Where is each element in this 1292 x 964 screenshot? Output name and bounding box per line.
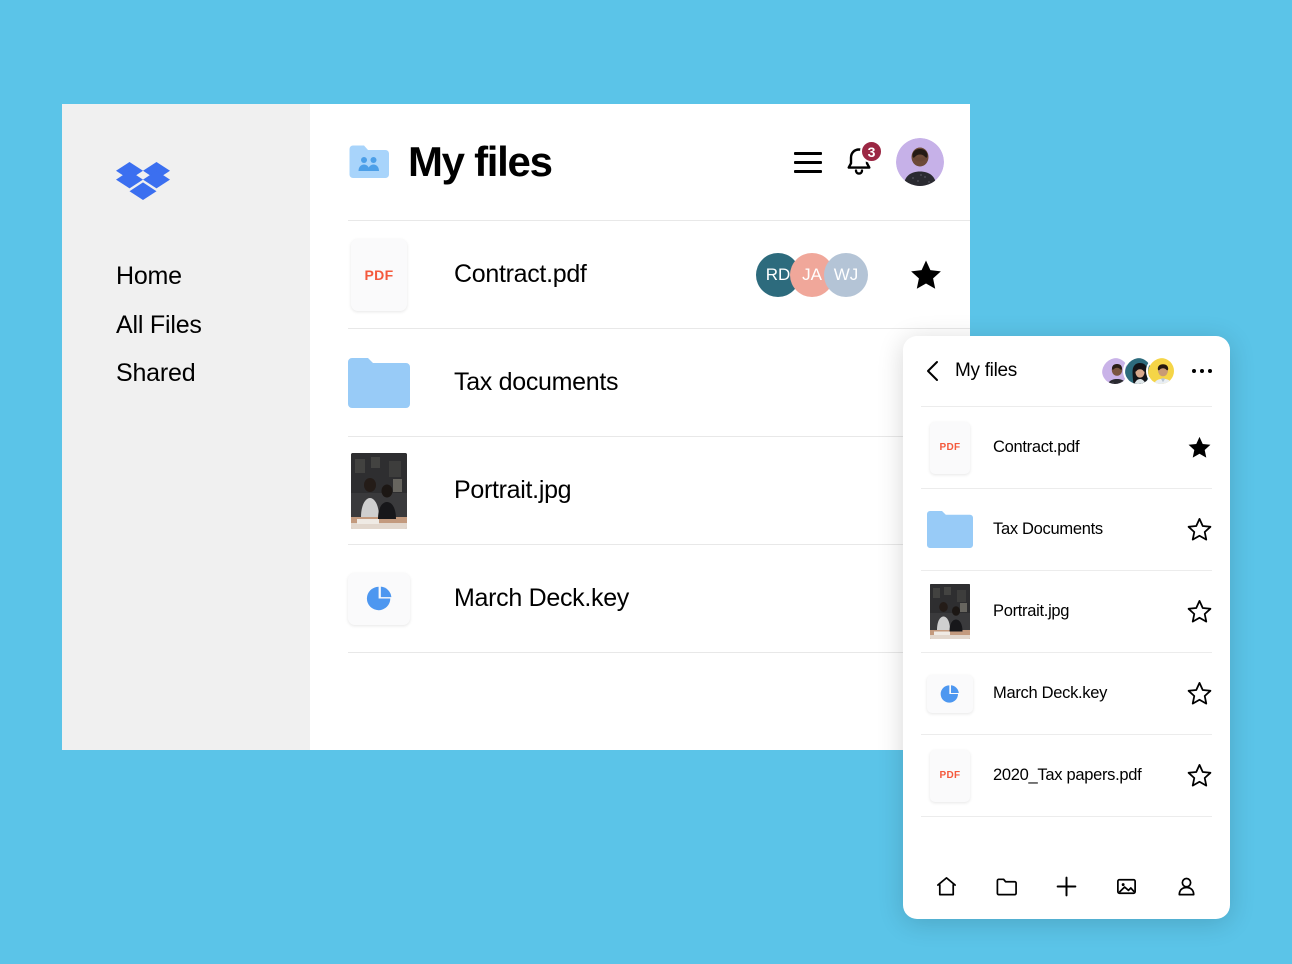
star-button-filled[interactable] bbox=[908, 257, 944, 293]
mobile-bottom-toolbar bbox=[903, 853, 1230, 919]
pdf-file-badge: PDF bbox=[351, 238, 407, 311]
file-name: Portrait.jpg bbox=[454, 476, 572, 504]
member-facepile[interactable] bbox=[1099, 356, 1176, 386]
header-actions: 3 bbox=[794, 138, 944, 186]
folder-icon bbox=[927, 503, 973, 557]
page-header: My files 3 bbox=[348, 104, 970, 220]
avatar[interactable] bbox=[896, 138, 944, 186]
collaborator-facepile[interactable]: RD JA WJ bbox=[756, 252, 868, 297]
table-row[interactable]: March Deck.key bbox=[348, 545, 970, 653]
shared-folder-icon bbox=[349, 145, 389, 178]
file-name: March Deck.key bbox=[454, 584, 630, 612]
list-item[interactable]: Tax Documents bbox=[921, 489, 1212, 571]
star-button-outline[interactable] bbox=[1186, 681, 1212, 707]
file-name: Tax documents bbox=[454, 368, 619, 396]
file-name: March Deck.key bbox=[993, 684, 1108, 702]
pdf-icon: PDF bbox=[927, 421, 973, 475]
table-row[interactable]: Tax documents bbox=[348, 329, 970, 437]
table-row[interactable]: PDF Contract.pdf RD JA WJ bbox=[348, 221, 970, 329]
table-row[interactable]: Portrait.jpg bbox=[348, 437, 970, 545]
home-icon[interactable] bbox=[930, 869, 964, 903]
file-name: 2020_Tax papers.pdf bbox=[993, 766, 1142, 784]
hamburger-menu-icon[interactable] bbox=[794, 151, 822, 173]
member-avatar-3[interactable] bbox=[1145, 356, 1176, 386]
list-item[interactable]: March Deck.key bbox=[921, 653, 1212, 735]
folder-icon bbox=[348, 347, 410, 419]
photos-icon[interactable] bbox=[1109, 869, 1143, 903]
star-button-filled[interactable] bbox=[1186, 435, 1212, 461]
keynote-icon bbox=[927, 667, 973, 721]
folder-icon[interactable] bbox=[990, 869, 1024, 903]
back-chevron-icon[interactable] bbox=[925, 360, 941, 382]
desktop-window: Home All Files Shared My files 3 PDF Con… bbox=[62, 104, 970, 750]
file-name: Contract.pdf bbox=[454, 260, 587, 288]
pdf-icon: PDF bbox=[927, 749, 973, 803]
mobile-panel: My files PDF Contract.pdf Tax Documents … bbox=[903, 336, 1230, 919]
plus-icon[interactable] bbox=[1049, 869, 1083, 903]
mobile-header: My files bbox=[903, 336, 1230, 406]
dropbox-logo[interactable] bbox=[116, 160, 170, 208]
pdf-file-badge: PDF bbox=[930, 421, 970, 474]
pdf-icon: PDF bbox=[348, 238, 410, 311]
notification-bell-icon[interactable]: 3 bbox=[844, 140, 883, 178]
star-button-outline[interactable] bbox=[1186, 763, 1212, 789]
file-list: PDF Contract.pdf RD JA WJ Tax documents … bbox=[348, 220, 970, 653]
photo-thumbnail bbox=[927, 584, 973, 639]
file-name: Portrait.jpg bbox=[993, 602, 1070, 620]
sidebar-nav: Home All Files Shared bbox=[116, 262, 310, 388]
list-item[interactable]: PDF Contract.pdf bbox=[921, 407, 1212, 489]
star-button-outline[interactable] bbox=[1186, 599, 1212, 625]
file-name: Contract.pdf bbox=[993, 438, 1080, 456]
sidebar-item-all-files[interactable]: All Files bbox=[116, 311, 310, 340]
pie-chart-icon bbox=[940, 684, 959, 703]
mobile-title: My files bbox=[955, 360, 1017, 381]
notification-badge: 3 bbox=[860, 140, 883, 163]
photo-thumbnail bbox=[348, 452, 410, 529]
mobile-file-list: PDF Contract.pdf Tax Documents Portrait.… bbox=[921, 406, 1212, 853]
account-icon[interactable] bbox=[1169, 869, 1203, 903]
page-title: My files bbox=[408, 138, 553, 185]
sidebar-item-shared[interactable]: Shared bbox=[116, 359, 310, 388]
sidebar-item-home[interactable]: Home bbox=[116, 262, 310, 291]
pdf-file-badge: PDF bbox=[930, 749, 970, 802]
collaborator-avatar[interactable]: WJ bbox=[824, 252, 868, 297]
star-button-outline[interactable] bbox=[1186, 517, 1212, 543]
sidebar: Home All Files Shared bbox=[62, 104, 310, 750]
list-item[interactable]: Portrait.jpg bbox=[921, 571, 1212, 653]
pie-chart-icon bbox=[366, 586, 391, 611]
file-name: Tax Documents bbox=[993, 520, 1103, 538]
list-item[interactable]: PDF 2020_Tax papers.pdf bbox=[921, 735, 1212, 817]
main-content: My files 3 PDF Contract.pdf RD JA WJ Tax… bbox=[310, 104, 970, 750]
more-options-icon[interactable] bbox=[1190, 363, 1215, 380]
keynote-icon bbox=[348, 563, 410, 635]
row-actions: RD JA WJ bbox=[756, 252, 944, 297]
